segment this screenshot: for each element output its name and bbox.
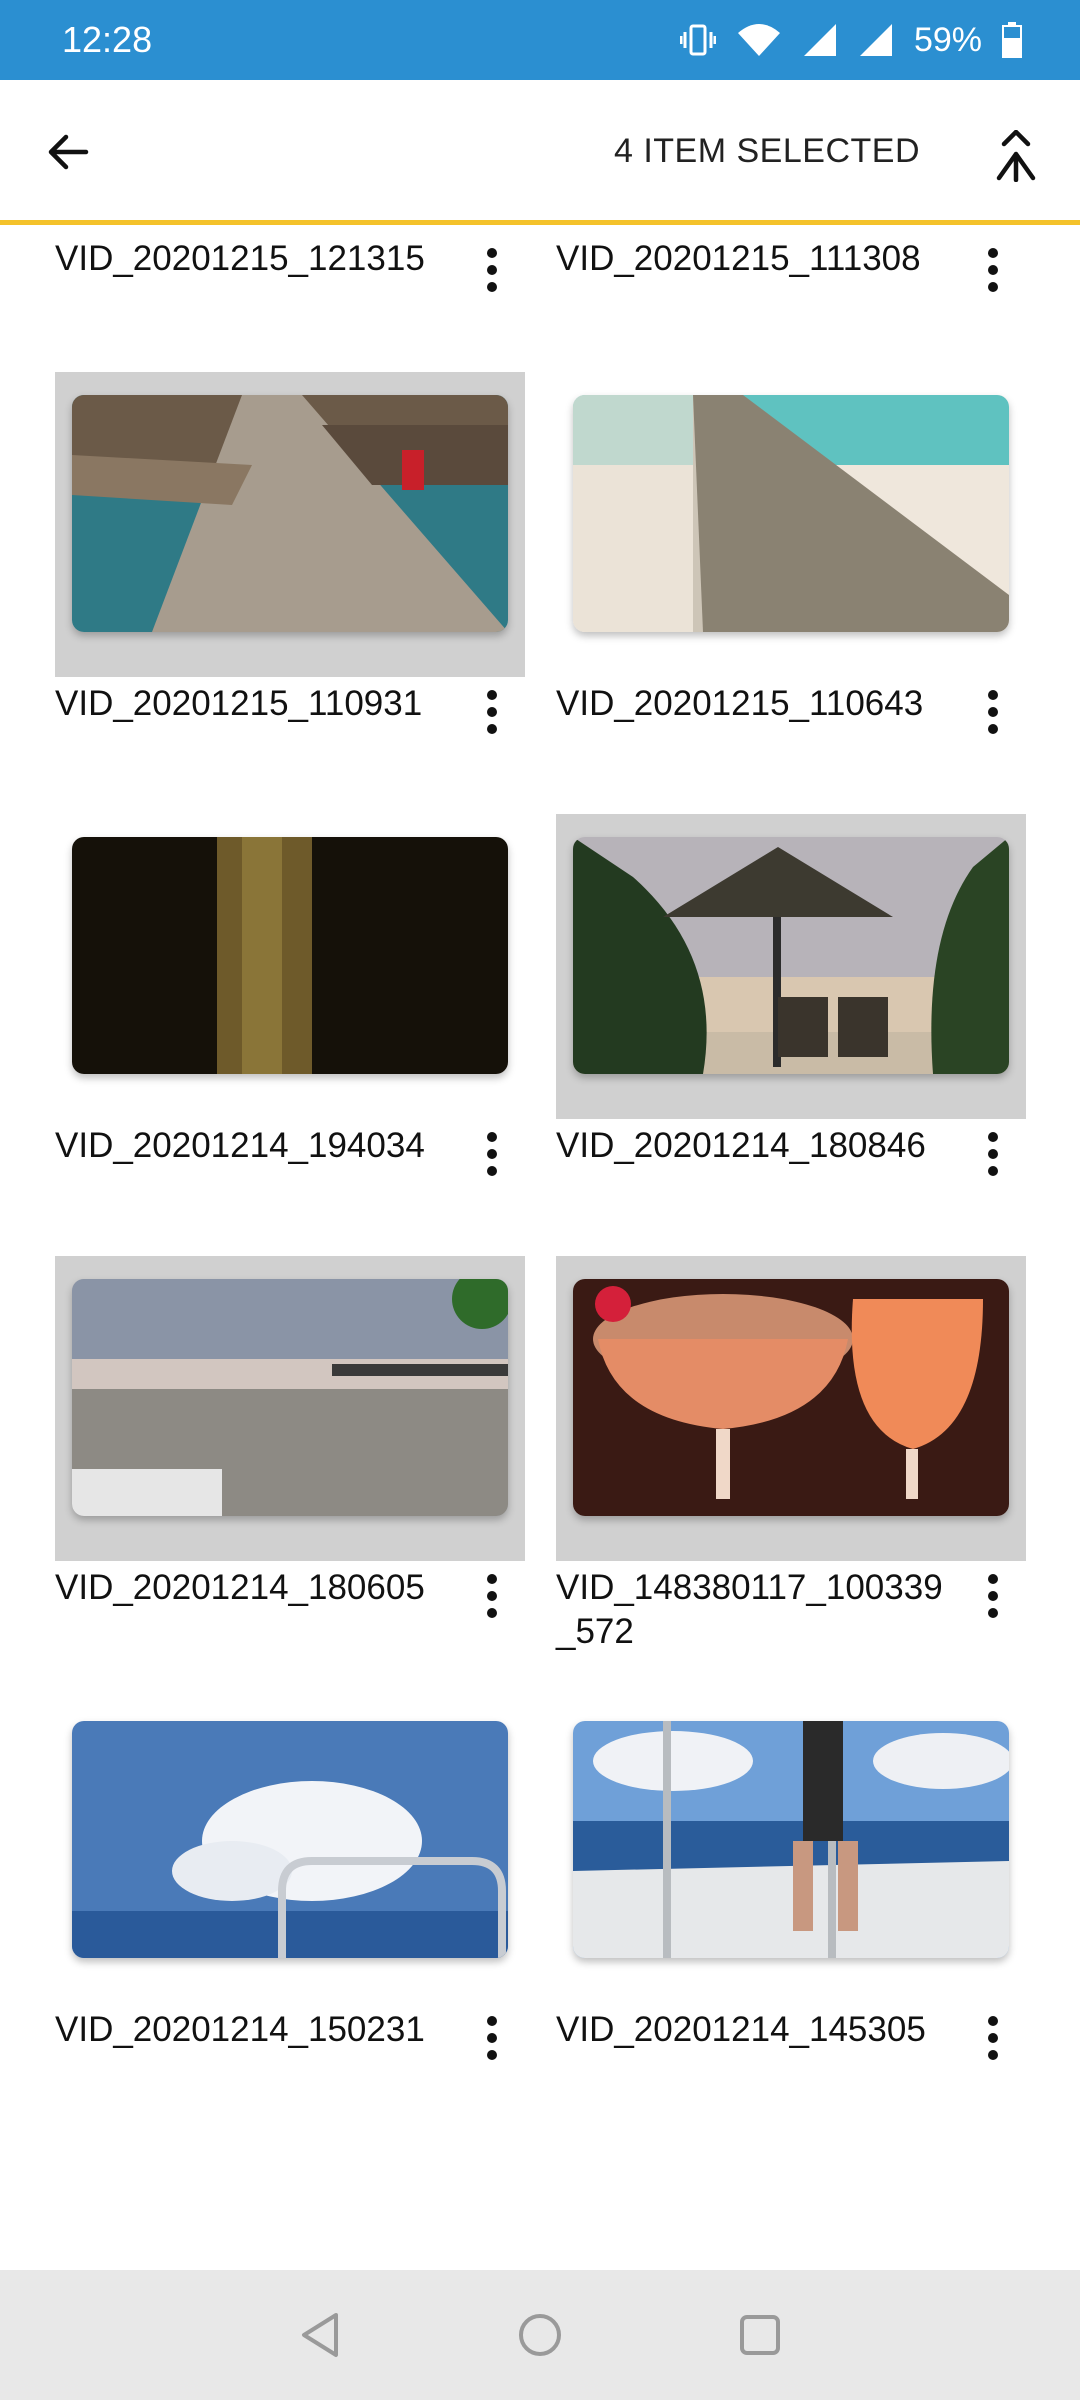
video-thumbnail[interactable] bbox=[72, 1721, 508, 1958]
video-title: VID_20201215_110643 bbox=[556, 684, 924, 723]
video-thumbnail[interactable] bbox=[573, 395, 1009, 632]
battery-icon bbox=[1002, 22, 1022, 58]
video-grid: VID_20201215_121315 VID_20201215_111308 … bbox=[0, 225, 1080, 2270]
more-options-button[interactable] bbox=[472, 240, 512, 300]
signal-icon bbox=[802, 23, 838, 57]
video-title: VID_20201214_180605 bbox=[55, 1568, 425, 1607]
more-options-button[interactable] bbox=[472, 1124, 512, 1184]
battery-percent: 59% bbox=[913, 20, 982, 59]
home-circle-icon[interactable] bbox=[505, 2300, 575, 2370]
selection-highlight bbox=[55, 1698, 525, 2003]
signal-icon-2 bbox=[858, 23, 894, 57]
video-thumbnail[interactable] bbox=[72, 395, 508, 632]
more-options-button[interactable] bbox=[472, 682, 512, 742]
more-options-button[interactable] bbox=[973, 1566, 1013, 1626]
video-title: VID_20201214_145305 bbox=[556, 2010, 926, 2049]
more-options-button[interactable] bbox=[973, 682, 1013, 742]
selection-count-title: 4 ITEM SELECTED bbox=[613, 132, 920, 170]
arrow-left-icon bbox=[48, 134, 89, 170]
video-title: VID_20201214_194034 bbox=[55, 1126, 425, 1165]
selection-highlight bbox=[55, 1256, 525, 1561]
more-options-button[interactable] bbox=[973, 2008, 1013, 2068]
video-title: VID_148380117_100339_572 bbox=[556, 1568, 943, 1651]
back-button[interactable] bbox=[36, 120, 100, 184]
selection-highlight bbox=[55, 814, 525, 1119]
video-title: VID_20201215_111308 bbox=[556, 239, 921, 278]
status-time: 12:28 bbox=[62, 19, 153, 60]
video-title: VID_20201215_121315 bbox=[55, 239, 425, 278]
wifi-icon bbox=[736, 23, 782, 57]
vibrate-icon bbox=[679, 23, 716, 57]
more-options-button[interactable] bbox=[472, 2008, 512, 2068]
video-title: VID_20201214_150231 bbox=[55, 2010, 425, 2049]
video-thumbnail[interactable] bbox=[72, 837, 508, 1074]
more-options-button[interactable] bbox=[973, 1124, 1013, 1184]
video-thumbnail[interactable] bbox=[72, 1279, 508, 1516]
app-bar: 4 ITEM SELECTED bbox=[0, 80, 1080, 225]
status-icons: 59% bbox=[679, 20, 1022, 60]
system-nav-bar bbox=[0, 2270, 1080, 2400]
selection-highlight bbox=[556, 1256, 1026, 1561]
status-bar: 12:28 59% bbox=[0, 0, 1080, 80]
video-thumbnail[interactable] bbox=[573, 1279, 1009, 1516]
recents-square-icon[interactable] bbox=[725, 2300, 795, 2370]
video-title: VID_20201214_180846 bbox=[556, 1126, 926, 1165]
merge-icon bbox=[996, 130, 1036, 182]
video-thumbnail[interactable] bbox=[573, 1721, 1009, 1958]
more-options-button[interactable] bbox=[472, 1566, 512, 1626]
more-options-button[interactable] bbox=[973, 240, 1013, 300]
selection-highlight bbox=[556, 814, 1026, 1119]
video-thumbnail[interactable] bbox=[573, 837, 1009, 1074]
selection-highlight bbox=[556, 1698, 1026, 2003]
back-triangle-icon[interactable] bbox=[285, 2300, 355, 2370]
selection-highlight bbox=[55, 372, 525, 677]
merge-button[interactable] bbox=[980, 120, 1052, 192]
selection-highlight bbox=[556, 372, 1026, 677]
video-title: VID_20201215_110931 bbox=[55, 684, 423, 723]
